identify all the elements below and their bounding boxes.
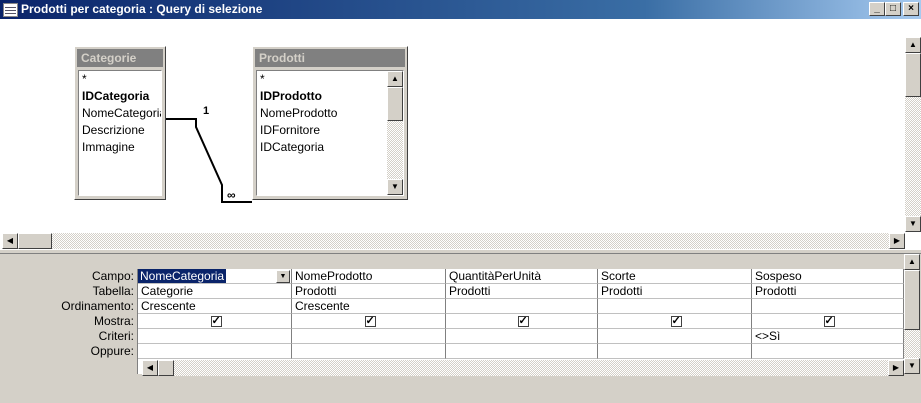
scroll-down-icon[interactable]: ▼ [905, 216, 921, 232]
grid-cell-ordinamento[interactable] [598, 299, 752, 314]
grid-cell-ordinamento[interactable]: Crescente [138, 299, 292, 314]
selected-field-value[interactable]: NomeCategoria [138, 269, 227, 283]
grid-cell-tabella[interactable]: Prodotti [446, 284, 598, 299]
query-icon [3, 3, 18, 17]
row-label-tabella: Tabella: [92, 284, 134, 298]
grid-cell-oppure[interactable] [598, 344, 752, 359]
grid-cell-campo[interactable]: Sospeso [752, 269, 904, 284]
grid-cell-tabella[interactable]: Prodotti [598, 284, 752, 299]
grid-cell-criteri[interactable] [446, 329, 598, 344]
dropdown-arrow-icon[interactable]: ▼ [276, 270, 290, 283]
grid-cell-criteri[interactable] [138, 329, 292, 344]
scroll-up-icon[interactable]: ▲ [905, 37, 921, 53]
scroll-thumb[interactable] [158, 360, 174, 376]
show-checkbox[interactable] [210, 314, 222, 328]
grid-cell-ordinamento[interactable] [752, 299, 904, 314]
grid-cell-mostra[interactable] [598, 314, 752, 329]
scroll-thumb[interactable] [904, 270, 920, 330]
grid-cell-oppure[interactable] [292, 344, 446, 359]
grid-cell-criteri[interactable] [292, 329, 446, 344]
grid-cell-tabella[interactable]: Prodotti [292, 284, 446, 299]
grid-cell-mostra[interactable] [752, 314, 904, 329]
grid-cell-mostra[interactable] [292, 314, 446, 329]
many-side-label: ∞ [227, 188, 236, 202]
scroll-left-icon[interactable]: ◀ [142, 360, 158, 376]
upper-horizontal-scrollbar[interactable]: ◀ ▶ [2, 233, 905, 249]
scroll-right-icon[interactable]: ▶ [889, 233, 905, 249]
grid-vertical-scrollbar[interactable]: ▲ ▼ [904, 254, 920, 374]
scroll-right-icon[interactable]: ▶ [888, 360, 904, 376]
grid-cell-ordinamento[interactable]: Crescente [292, 299, 446, 314]
row-label-mostra: Mostra: [93, 314, 134, 328]
minimize-button[interactable]: _ [869, 2, 885, 16]
row-label-ordinamento: Ordinamento: [61, 299, 134, 313]
scroll-down-icon[interactable]: ▼ [904, 358, 920, 374]
row-label-oppure: Oppure: [90, 344, 134, 358]
grid-horizontal-scrollbar[interactable]: ◀ ▶ [142, 360, 904, 376]
grid-cell-campo[interactable]: NomeProdotto [292, 269, 446, 284]
window-title-bar[interactable]: Prodotti per categoria : Query di selezi… [0, 0, 921, 19]
design-grid-pane[interactable]: Campo: Tabella: Ordinamento: Mostra: Cri… [0, 254, 921, 403]
grid-cell-oppure[interactable] [446, 344, 598, 359]
show-checkbox[interactable] [364, 314, 376, 328]
grid-cell-campo[interactable]: QuantitàPerUnità [446, 269, 598, 284]
maximize-button[interactable]: □ [885, 2, 901, 16]
grid-cell-tabella[interactable]: Prodotti [752, 284, 904, 299]
design-grid[interactable]: NomeCategoria ▼ Categorie Crescente Nome… [137, 269, 904, 374]
table-pane[interactable]: Categorie * IDCategoria NomeCategoria De… [0, 19, 921, 249]
grid-cell-campo[interactable]: Scorte [598, 269, 752, 284]
grid-cell-mostra[interactable] [138, 314, 292, 329]
close-button[interactable]: × [903, 2, 919, 16]
grid-cell-mostra[interactable] [446, 314, 598, 329]
grid-cell-ordinamento[interactable] [446, 299, 598, 314]
one-side-label: 1 [203, 105, 209, 117]
window-title: Prodotti per categoria : Query di selezi… [21, 2, 263, 16]
upper-vertical-scrollbar[interactable]: ▲ ▼ [905, 37, 921, 232]
row-label-campo: Campo: [91, 269, 134, 283]
grid-cell-campo[interactable]: NomeCategoria ▼ [138, 269, 292, 284]
scroll-thumb[interactable] [18, 233, 52, 249]
scroll-thumb[interactable] [905, 53, 921, 97]
row-label-criteri: Criteri: [98, 329, 134, 343]
grid-cell-criteri[interactable] [598, 329, 752, 344]
scroll-up-icon[interactable]: ▲ [904, 254, 920, 270]
grid-cell-tabella[interactable]: Categorie [138, 284, 292, 299]
relationship-line[interactable]: 1 ∞ [0, 19, 921, 249]
grid-cell-oppure[interactable] [138, 344, 292, 359]
grid-cell-criteri[interactable]: <>Sì [752, 329, 904, 344]
grid-cell-oppure[interactable] [752, 344, 904, 359]
scroll-left-icon[interactable]: ◀ [2, 233, 18, 249]
show-checkbox[interactable] [517, 314, 529, 328]
show-checkbox[interactable] [670, 314, 682, 328]
show-checkbox[interactable] [823, 314, 835, 328]
